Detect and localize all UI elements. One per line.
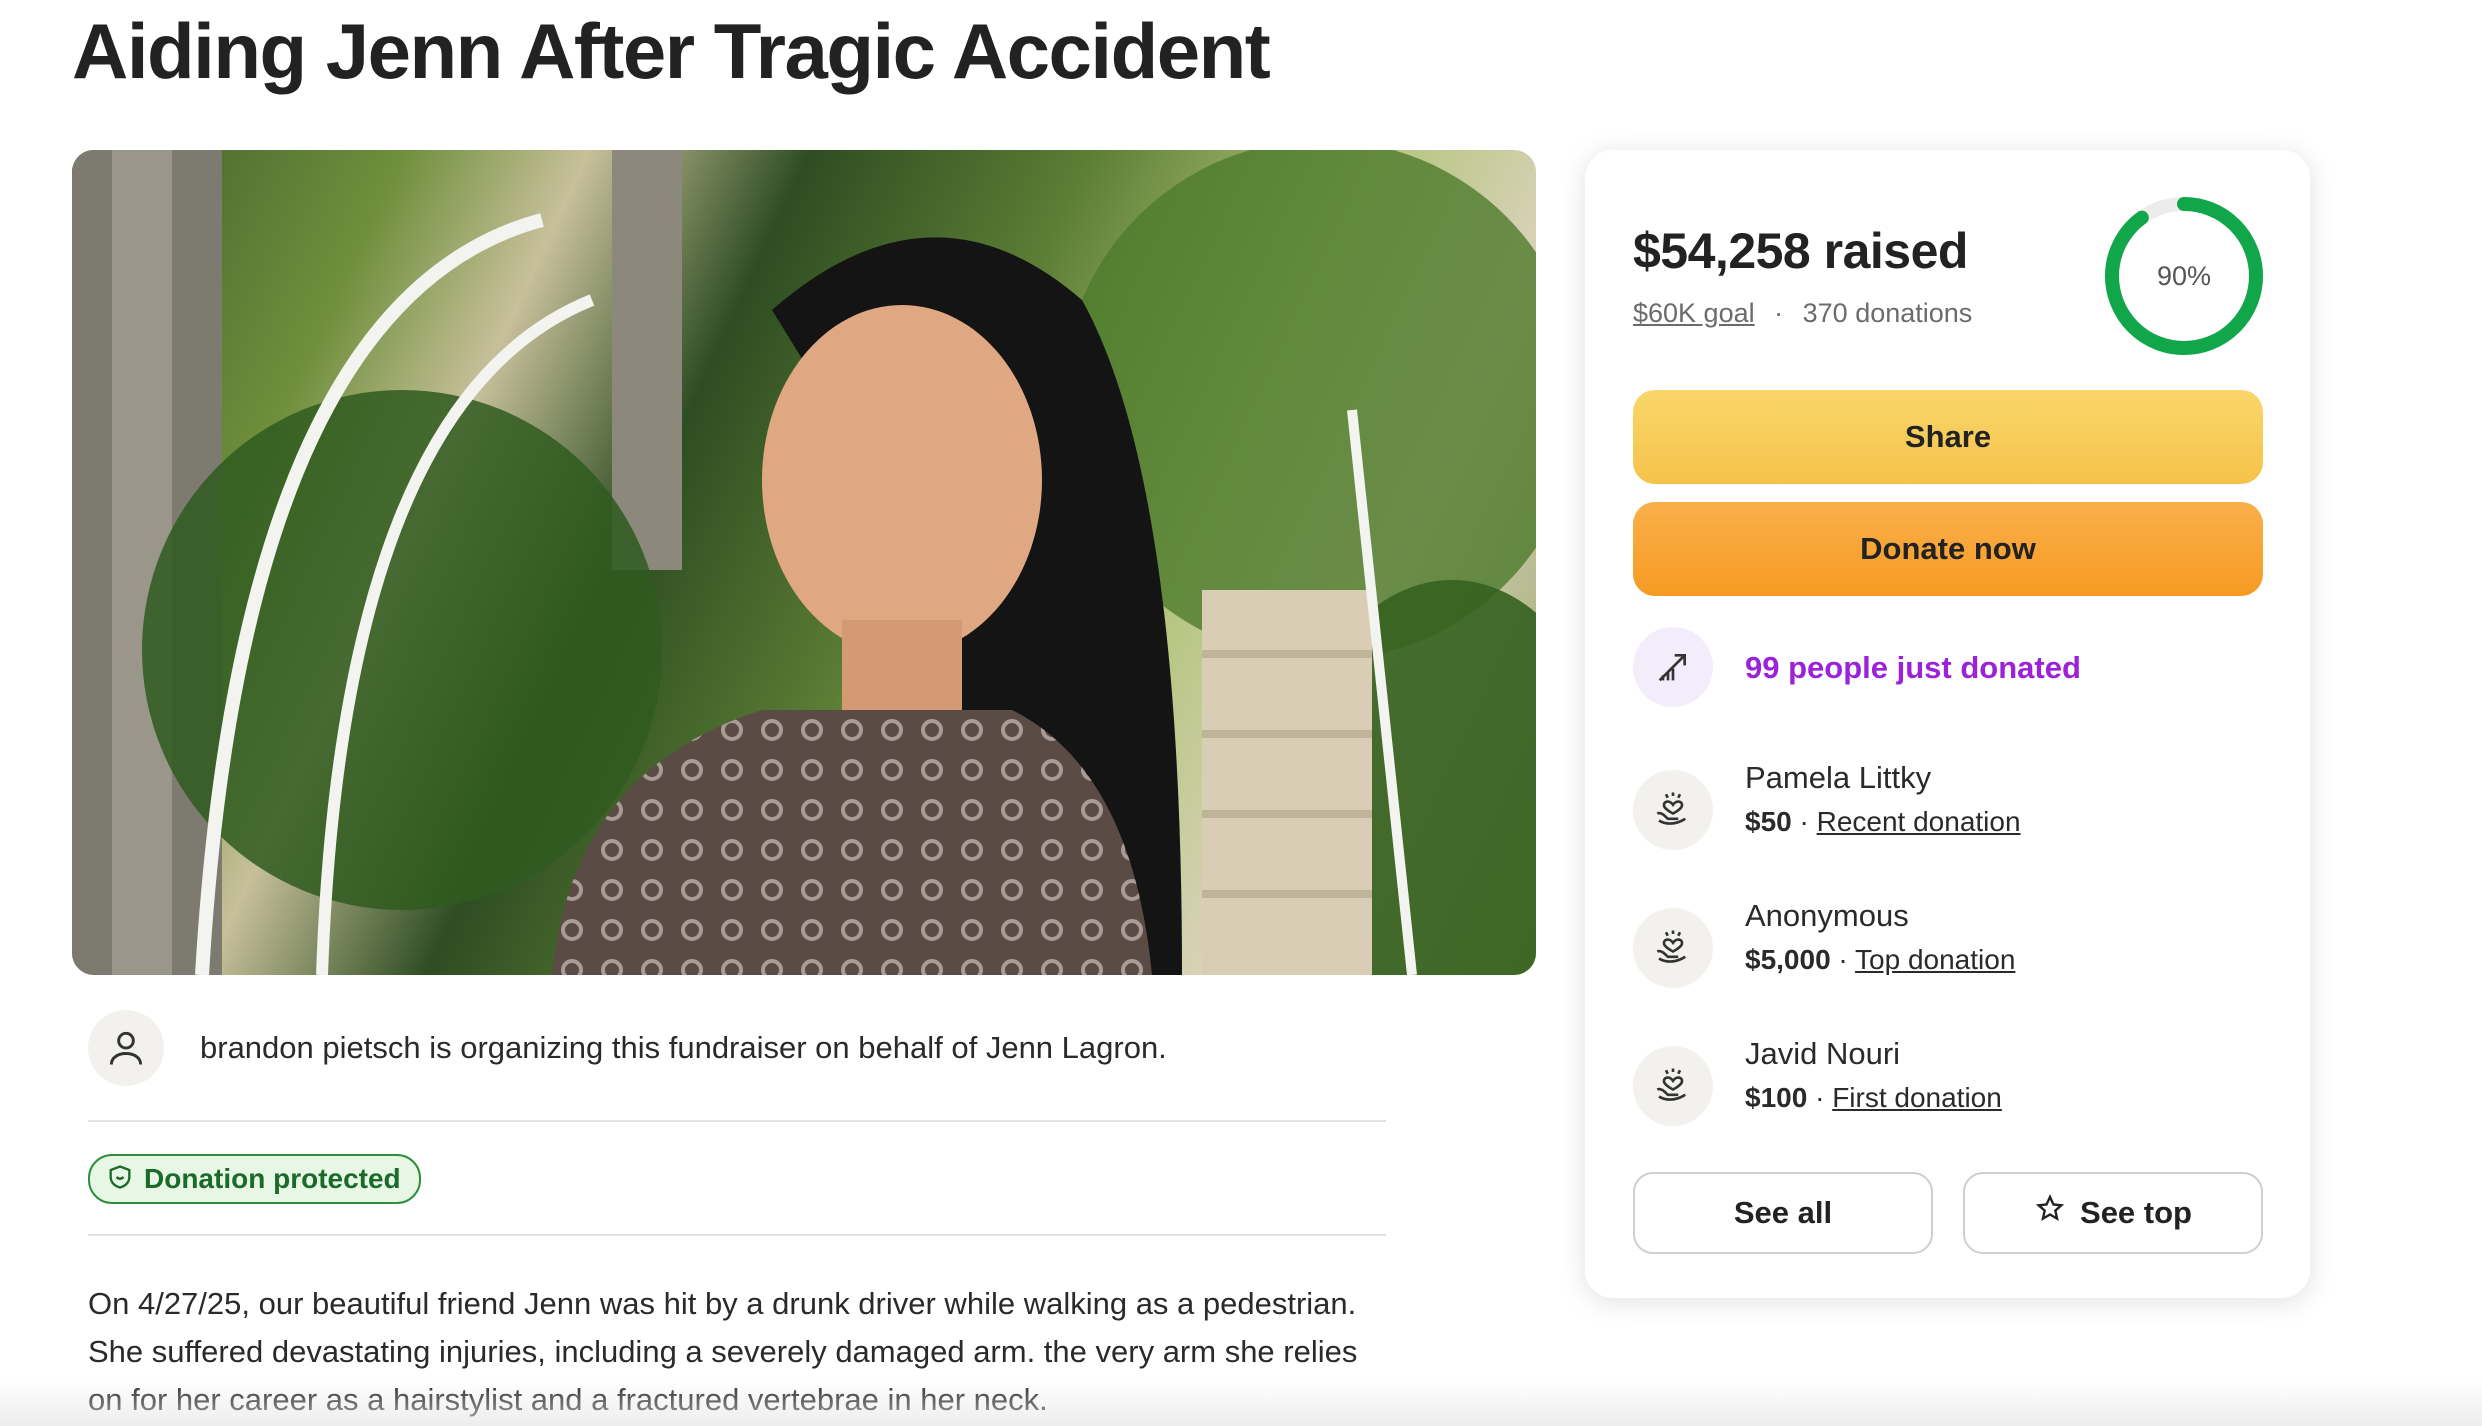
scroll-fade <box>0 1380 2482 1426</box>
heart-hands-icon <box>1633 908 1713 988</box>
shield-icon <box>106 1163 134 1196</box>
trending-up-icon <box>1633 627 1713 707</box>
see-top-label: See top <box>2080 1195 2192 1230</box>
heart-hands-icon <box>1633 770 1713 850</box>
divider <box>88 1234 1386 1236</box>
donor-name: Pamela Littky <box>1745 760 1932 795</box>
amount-raised: $54,258 raised <box>1633 223 1968 279</box>
donor-tag-link[interactable]: Top donation <box>1855 944 2015 975</box>
page-title: Aiding Jenn After Tragic Accident <box>72 7 1271 95</box>
donor-tag-link[interactable]: Recent donation <box>1817 806 2021 837</box>
donor-item: Anonymous $5,000 · Top donation <box>1633 898 2273 998</box>
divider <box>88 1120 1386 1122</box>
donate-now-button[interactable]: Donate now <box>1633 502 2263 596</box>
share-button[interactable]: Share <box>1633 390 2263 484</box>
organizer-text: brandon pietsch is organizing this fundr… <box>200 1030 1167 1065</box>
see-top-button[interactable]: See top <box>1963 1172 2263 1254</box>
donor-item: Pamela Littky $50 · Recent donation <box>1633 760 2273 860</box>
donor-detail: $5,000 · Top donation <box>1745 944 2015 976</box>
donation-protected-badge[interactable]: Donation protected <box>88 1154 421 1204</box>
heart-hands-icon <box>1633 1046 1713 1126</box>
donor-name: Javid Nouri <box>1745 1036 1901 1071</box>
donor-item: Javid Nouri $100 · First donation <box>1633 1036 2273 1136</box>
see-all-button[interactable]: See all <box>1633 1172 1933 1254</box>
donor-amount: $50 <box>1745 806 1792 837</box>
donor-tag-link[interactable]: First donation <box>1832 1082 2002 1113</box>
badge-label: Donation protected <box>144 1163 401 1194</box>
see-all-label: See all <box>1733 1195 1833 1230</box>
photo-illustration <box>72 150 1536 975</box>
meta-separator: · <box>1774 298 1784 328</box>
donation-count: 370 donations <box>1802 298 1973 328</box>
donor-amount: $100 <box>1745 1082 1808 1113</box>
donor-detail: $50 · Recent donation <box>1745 806 2021 838</box>
progress-percent: 90% <box>2156 260 2212 291</box>
fundraiser-photo <box>72 150 1536 975</box>
donation-card: $54,258 raised $60K goal · 370 donations… <box>1585 150 2310 1298</box>
goal-link[interactable]: $60K goal <box>1633 298 1755 328</box>
donor-sep: · <box>1791 806 1817 837</box>
goal-meta: $60K goal · 370 donations <box>1633 298 1972 329</box>
user-icon <box>88 1010 164 1086</box>
donor-sep: · <box>1807 1082 1833 1113</box>
organizer-row: brandon pietsch is organizing this fundr… <box>88 1010 1386 1120</box>
recent-donors-count: 99 people just donated <box>1745 650 2081 685</box>
donor-sep: · <box>1830 944 1856 975</box>
star-icon <box>2034 1193 2066 1233</box>
donor-detail: $100 · First donation <box>1745 1082 2002 1114</box>
donor-amount: $5,000 <box>1745 944 1831 975</box>
donor-name: Anonymous <box>1745 898 1909 933</box>
